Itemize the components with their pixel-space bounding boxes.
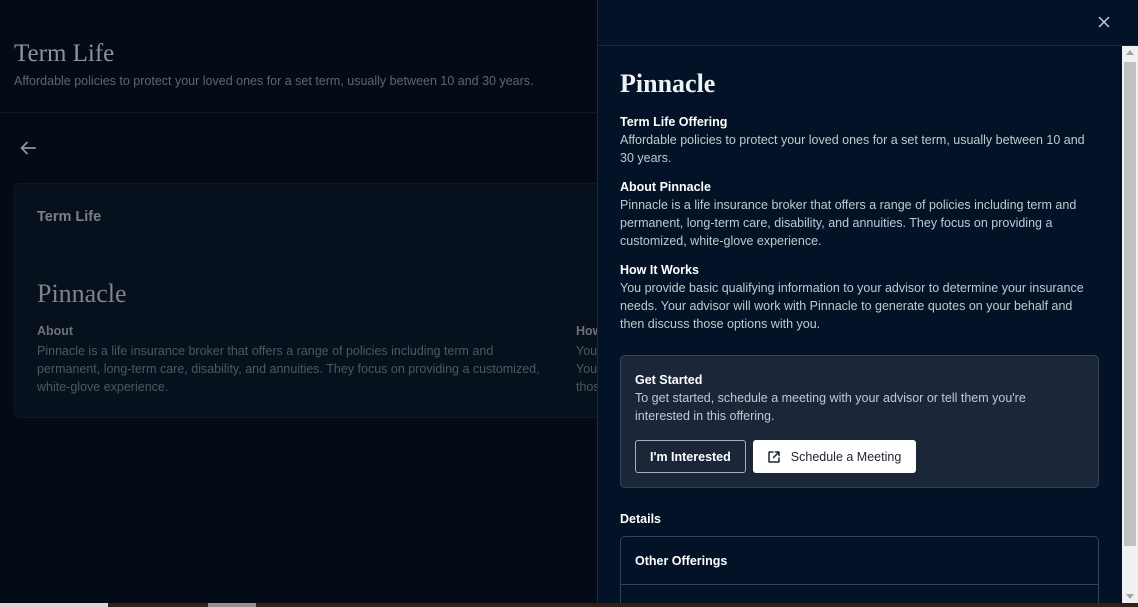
details-accordion: Other Offerings Top Carriers [620,536,1099,603]
back-button[interactable] [18,138,38,158]
drawer-title: Pinnacle [620,69,716,98]
bottom-strip-segment [208,603,256,607]
scroll-thumb[interactable] [1124,62,1136,546]
get-started-card: Get Started To get started, schedule a m… [620,355,1099,488]
about-text: Pinnacle is a life insurance broker that… [620,198,1077,248]
card-about-text: Pinnacle is a life insurance broker that… [37,344,540,394]
external-link-icon [768,450,780,463]
arrow-left-icon [20,141,36,155]
offering-drawer: Pinnacle Term Life Offering Affordable p… [597,0,1138,603]
scroll-down-arrow-icon[interactable] [1126,594,1134,599]
details-row-other-offerings[interactable]: Other Offerings [621,537,1098,585]
term-life-offering-text: Affordable policies to protect your love… [620,133,1085,165]
close-icon [1098,16,1110,28]
how-it-works-heading: How It Works [620,263,699,277]
card-name: Pinnacle [37,279,127,308]
drawer-scrollbar[interactable] [1122,46,1138,603]
details-row-top-carriers[interactable]: Top Carriers [621,585,1098,604]
details-heading: Details [620,512,661,526]
im-interested-button[interactable]: I'm Interested [635,440,746,473]
card-about-heading: About [37,324,74,338]
offering-card[interactable]: Term Life Pinnacle About Pinnacle is a l… [14,183,654,418]
drawer-body: Pinnacle Term Life Offering Affordable p… [620,46,1100,603]
how-it-works-text: You provide basic qualifying information… [620,281,1084,331]
drawer-header [598,0,1138,46]
term-life-offering-heading: Term Life Offering [620,115,728,129]
bottom-strip-segment [0,603,108,607]
get-started-actions: I'm Interested Schedule a Meeting [635,440,1084,473]
schedule-meeting-button[interactable]: Schedule a Meeting [752,440,917,473]
close-button[interactable] [1096,14,1112,30]
schedule-meeting-label: Schedule a Meeting [790,449,902,464]
get-started-heading: Get Started [635,373,703,387]
about-heading: About Pinnacle [620,180,711,194]
get-started-text: To get started, schedule a meeting with … [635,391,1026,423]
scroll-up-arrow-icon[interactable] [1126,50,1134,55]
card-category: Term Life [37,209,102,225]
bottom-strip [0,603,1138,607]
